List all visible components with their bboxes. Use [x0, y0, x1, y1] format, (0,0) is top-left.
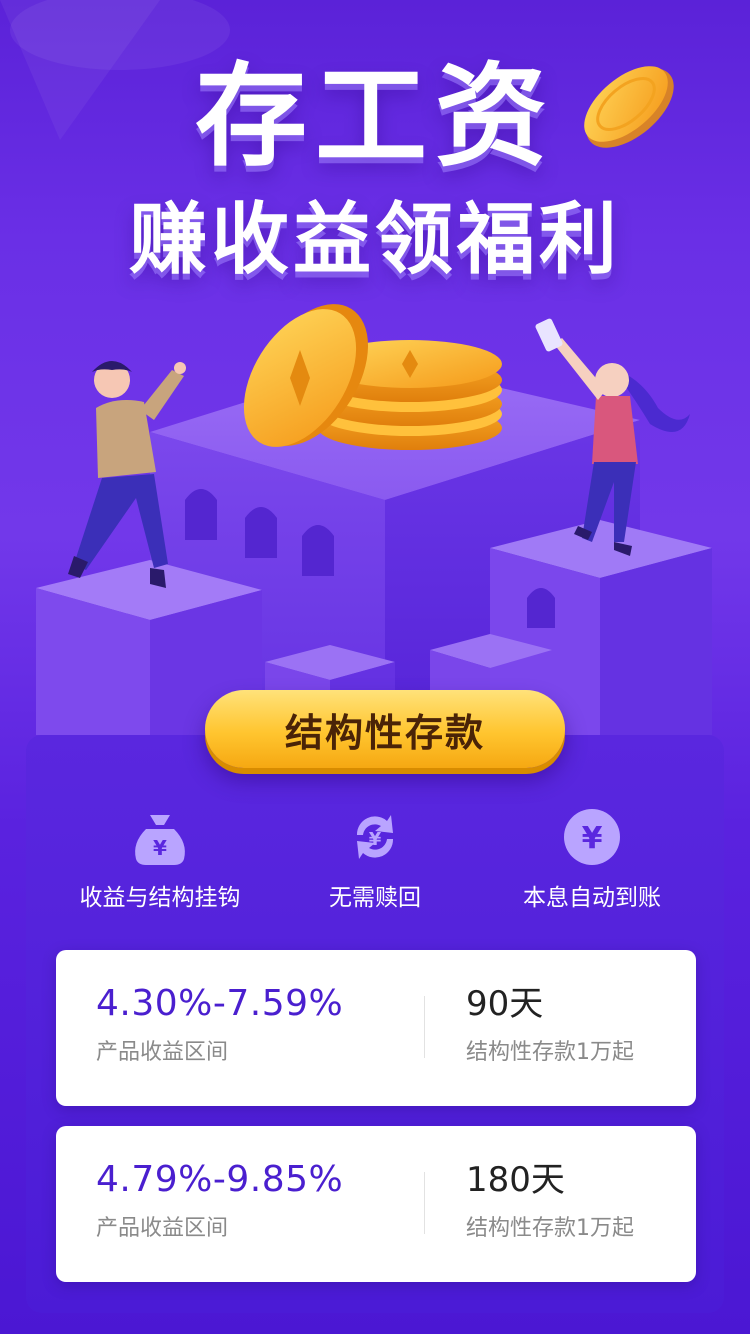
divider [424, 996, 425, 1058]
svg-text:¥: ¥ [369, 829, 382, 850]
structured-deposit-button[interactable]: 结构性存款 [205, 690, 565, 768]
feature-row: ¥ 收益与结构挂钩 ¥ 无需赎回 ¥ 本息自动到账 [26, 805, 724, 915]
svg-text:¥: ¥ [153, 836, 167, 860]
hero-title-line1: 存工资 [195, 52, 555, 182]
cycle-yen-icon: ¥ [356, 815, 394, 859]
rate-range: 4.79%-9.85% [96, 1159, 344, 1200]
term-label: 结构性存款1万起 [466, 1216, 634, 1241]
rate-label: 产品收益区间 [96, 1216, 229, 1241]
money-bag-icon: ¥ [135, 815, 185, 865]
hero-title-line2: 赚收益领福利 [128, 195, 621, 285]
feature-label: 收益与结构挂钩 [79, 885, 241, 911]
divider [424, 1172, 425, 1234]
feature-label: 无需赎回 [329, 885, 421, 911]
rate-range: 4.30%-7.59% [96, 983, 344, 1024]
svg-text:¥: ¥ [582, 821, 603, 856]
feature-label: 本息自动到账 [523, 885, 661, 911]
product-card-180[interactable]: 4.79%-9.85% 产品收益区间 180天 结构性存款1万起 [56, 1126, 696, 1282]
term-days: 90天 [466, 984, 544, 1024]
term-days: 180天 [466, 1160, 565, 1200]
rate-label: 产品收益区间 [96, 1040, 229, 1065]
yen-coin-icon: ¥ [564, 809, 620, 865]
coin-stack-icon [243, 304, 502, 450]
feature-item: ¥ 无需赎回 [259, 805, 491, 915]
feature-item: ¥ 收益与结构挂钩 [44, 805, 276, 915]
feature-item: ¥ 本息自动到账 [476, 805, 708, 915]
product-card-90[interactable]: 4.30%-7.59% 产品收益区间 90天 结构性存款1万起 [56, 950, 696, 1106]
term-label: 结构性存款1万起 [466, 1040, 634, 1065]
